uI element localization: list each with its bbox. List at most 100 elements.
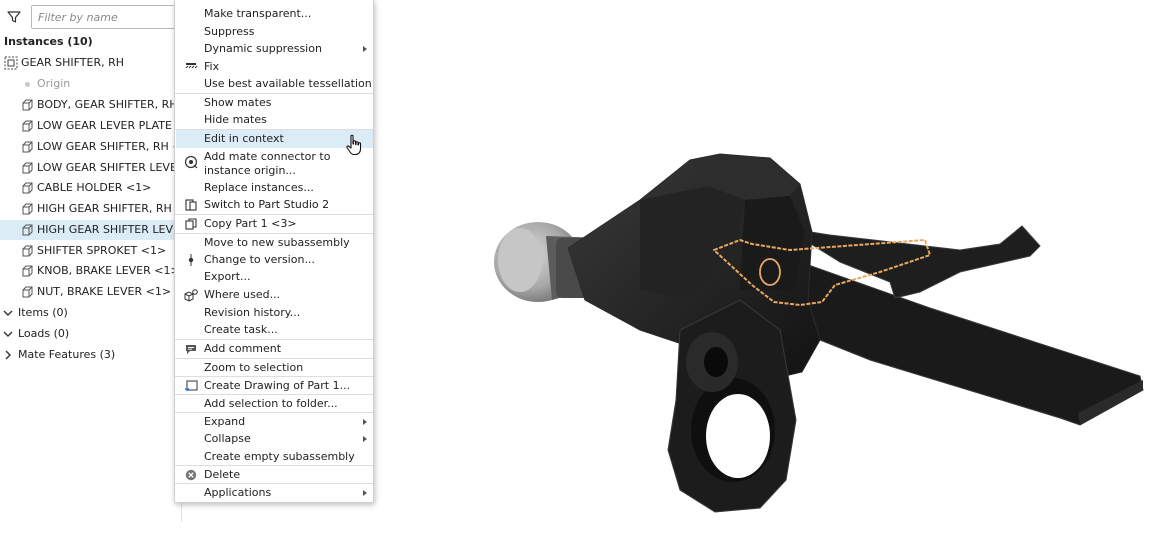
hand-pointer-icon: [346, 134, 362, 156]
mate-connector-icon: [184, 155, 198, 169]
menu-item-show-mates[interactable]: Show mates: [176, 94, 373, 112]
tree-item-label: Origin: [37, 77, 71, 90]
tree-item-part[interactable]: HIGH GEAR SHIFTER, RH <1>: [0, 199, 182, 219]
tree-section-loads[interactable]: Loads (0): [0, 324, 182, 344]
menu-item-make-transparent[interactable]: Make transparent...: [176, 5, 373, 23]
menu-item-label: Switch to Part Studio 2: [204, 198, 330, 211]
instances-header[interactable]: Instances (10): [0, 32, 182, 52]
filter-row: [0, 5, 191, 29]
tree-item-label: KNOB, BRAKE LEVER <1>: [37, 264, 180, 277]
menu-item-label: Make transparent...: [204, 7, 312, 20]
tree-section-label: Items (0): [18, 306, 68, 319]
menu-item-label: Applications: [204, 486, 272, 499]
tree-section-label: Loads (0): [18, 327, 70, 340]
part-icon: [22, 141, 33, 153]
menu-item-label: Move to new subassembly: [204, 236, 350, 249]
tree-item-part[interactable]: KNOB, BRAKE LEVER <1>: [0, 261, 182, 281]
menu-item-dynamic-suppression[interactable]: Dynamic suppression: [176, 40, 373, 58]
tree-item-origin[interactable]: Origin: [0, 74, 182, 94]
menu-item-switch-part-studio[interactable]: Switch to Part Studio 2: [176, 196, 373, 214]
tree-item-label: HIGH GEAR SHIFTER, RH <1>: [37, 202, 182, 215]
menu-item-label: Add selection to folder...: [204, 397, 338, 410]
menu-item-label: Hide mates: [204, 113, 267, 126]
submenu-arrow-icon: [363, 46, 367, 52]
menu-item-zoom-selection[interactable]: Zoom to selection: [176, 359, 373, 377]
copy-icon: [185, 218, 197, 230]
graphics-viewport[interactable]: [374, 0, 1150, 533]
menu-item-label: Collapse: [204, 432, 251, 445]
filter-input[interactable]: [31, 5, 191, 29]
tree-item-part[interactable]: NUT, BRAKE LEVER <1>: [0, 282, 182, 302]
menu-item-add-comment[interactable]: Add comment: [176, 340, 373, 358]
submenu-arrow-icon: [363, 436, 367, 442]
menu-item-label: Zoom to selection: [204, 361, 304, 374]
menu-item-change-version[interactable]: Change to version...: [176, 251, 373, 269]
tree-item-part[interactable]: LOW GEAR LEVER PLATE <1>: [0, 116, 182, 136]
fix-icon: [185, 63, 198, 69]
menu-item-create-task[interactable]: Create task...: [176, 321, 373, 339]
menu-item-add-mate-connector[interactable]: Add mate connector to instance origin...: [176, 148, 373, 178]
part-icon: [22, 162, 33, 174]
instance-list-panel: Instances (10) GEAR SHIFTER, RH Origin B…: [0, 0, 191, 533]
menu-item-applications[interactable]: Applications: [176, 484, 373, 502]
menu-item-label: Suppress: [204, 25, 255, 38]
instances-header-label: Instances (10): [4, 35, 93, 48]
tree-item-part[interactable]: CABLE HOLDER <1>: [0, 178, 182, 198]
chevron-down-icon: [3, 310, 13, 316]
tree-item-label: LOW GEAR SHIFTER, RH <1>: [37, 140, 182, 153]
menu-item-edit-in-context[interactable]: Edit in context: [176, 130, 373, 148]
submenu-arrow-icon: [363, 490, 367, 496]
menu-item-delete[interactable]: Delete: [176, 466, 373, 484]
tree-item-label: HIGH GEAR SHIFTER LEVER, RH <1>: [37, 223, 182, 236]
where-used-icon: [184, 289, 198, 302]
menu-item-export[interactable]: Export...: [176, 268, 373, 286]
tree-item-root-assembly[interactable]: GEAR SHIFTER, RH: [0, 53, 182, 73]
menu-item-label: Change to version...: [204, 253, 315, 266]
tree-item-part-selected[interactable]: HIGH GEAR SHIFTER LEVER, RH <1>: [0, 220, 182, 240]
menu-item-label: Edit in context: [204, 132, 284, 145]
tree-item-label: LOW GEAR LEVER PLATE <1>: [37, 119, 182, 132]
origin-icon: [25, 82, 30, 87]
menu-item-collapse[interactable]: Collapse: [176, 430, 373, 448]
tree-item-label: NUT, BRAKE LEVER <1>: [37, 285, 172, 298]
filter-icon[interactable]: [6, 9, 22, 25]
part-icon: [22, 203, 33, 215]
gear-shifter-model[interactable]: [374, 0, 1150, 533]
tree-section-items[interactable]: Items (0): [0, 303, 182, 323]
menu-item-label: Create empty subassembly: [204, 450, 355, 463]
menu-item-best-tessellation[interactable]: Use best available tessellation: [176, 75, 373, 93]
tree-item-label: SHIFTER SPROKET <1>: [37, 244, 167, 257]
menu-item-expand[interactable]: Expand: [176, 413, 373, 431]
menu-item-add-selection-folder[interactable]: Add selection to folder...: [176, 395, 373, 413]
context-menu: Make transparent... Suppress Dynamic sup…: [174, 0, 374, 503]
menu-item-suppress[interactable]: Suppress: [176, 23, 373, 41]
menu-item-label: Where used...: [204, 288, 281, 301]
menu-item-label: Fix: [204, 60, 220, 73]
menu-item-replace-instances[interactable]: Replace instances...: [176, 179, 373, 197]
menu-item-label: Create Drawing of Part 1...: [204, 379, 351, 392]
tree-item-part[interactable]: BODY, GEAR SHIFTER, RH <1>: [0, 95, 182, 115]
menu-item-create-drawing[interactable]: Create Drawing of Part 1...: [176, 377, 373, 395]
menu-item-revision-history[interactable]: Revision history...: [176, 304, 373, 322]
menu-item-create-empty-subassembly[interactable]: Create empty subassembly: [176, 448, 373, 466]
menu-item-fix[interactable]: Fix: [176, 58, 373, 76]
chevron-right-icon: [5, 350, 11, 360]
drawing-icon: [185, 380, 198, 391]
menu-item-label: Revision history...: [204, 306, 301, 319]
tree-section-label: Mate Features (3): [18, 348, 116, 361]
menu-item-label: Copy Part 1 <3>: [204, 217, 297, 230]
tree-item-label: CABLE HOLDER <1>: [37, 181, 152, 194]
menu-item-copy-part[interactable]: Copy Part 1 <3>: [176, 215, 373, 233]
delete-icon: [185, 469, 197, 481]
menu-item-hide-mates[interactable]: Hide mates: [176, 111, 373, 129]
menu-item-where-used[interactable]: Where used...: [176, 286, 373, 304]
assembly-icon: [4, 56, 18, 70]
tree-item-part[interactable]: LOW GEAR SHIFTER, RH <1>: [0, 137, 182, 157]
tree-section-mate-features[interactable]: Mate Features (3): [0, 345, 182, 365]
part-icon: [22, 245, 33, 257]
tree-item-part[interactable]: LOW GEAR SHIFTER LEVER, RH <1>: [0, 158, 182, 178]
menu-item-label: Create task...: [204, 323, 278, 336]
part-icon: [22, 182, 33, 194]
tree-item-part[interactable]: SHIFTER SPROKET <1>: [0, 241, 182, 261]
menu-item-move-subassembly[interactable]: Move to new subassembly: [176, 234, 373, 252]
